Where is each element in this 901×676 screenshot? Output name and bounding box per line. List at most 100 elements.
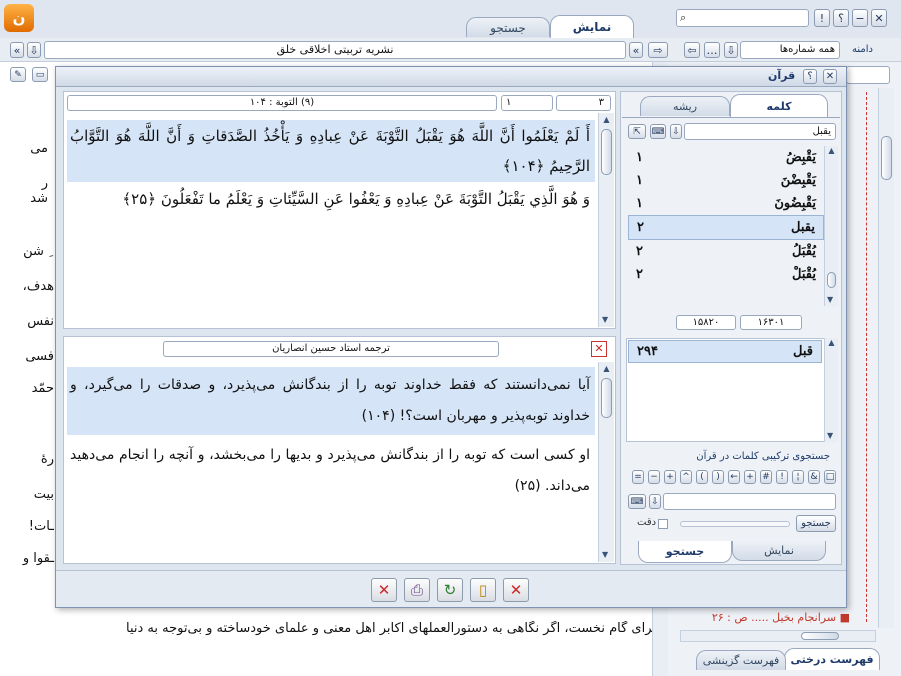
tab-bottom-search[interactable]: جستجو [638,541,732,563]
word-dropdown-icon[interactable]: ⇩ [670,124,682,139]
page-icon-button[interactable]: ▯ [470,578,496,602]
next-double-button[interactable]: « [629,42,643,58]
dialog-close-button[interactable]: ✕ [823,69,837,84]
domain-select[interactable]: همه شماره‌ها [740,41,840,59]
symbol-button[interactable]: − [648,470,660,484]
combo-search-input[interactable] [663,493,836,510]
symbol-button[interactable]: ) [696,470,708,484]
app-logo[interactable]: ن [4,4,34,32]
word-list-item[interactable]: يَقْبِضُونَ ۱ [628,192,824,215]
symbol-button[interactable]: ¦ [792,470,804,484]
field-b[interactable]: ۳ [556,95,611,111]
word-list-item-selected[interactable]: يقبل ۲ [628,215,824,240]
doc-line-10: ـقوا و [22,551,54,566]
prev-button[interactable]: « [10,42,24,58]
tab-show[interactable]: نمایش [550,15,634,38]
word-list-item[interactable]: يُقْبَلْ ۲ [628,263,824,286]
word-list-item[interactable]: يُقْبَلُ ۲ [628,240,824,263]
verse-scrollbar[interactable]: ▲ ▼ [598,113,614,327]
window-controls: ! ؟ − ✕ [814,9,887,27]
more-button[interactable]: … [704,42,720,58]
symbol-button[interactable]: & [808,470,820,484]
tab-bottom-show[interactable]: نمایش [732,541,826,561]
symbol-button[interactable]: = [632,470,644,484]
root-list-scrollbar[interactable]: ▲ ▼ [824,338,838,442]
minimize-button[interactable]: − [852,9,868,27]
back-button[interactable]: ⇦ [684,42,700,58]
dialog-help-button[interactable]: ؟ [803,69,817,84]
symbol-bar: □ & ¦ ! # + ← ( ) ^ + − = [628,470,836,486]
clear-icon-button[interactable]: ✕ [503,578,529,602]
zoom-icon[interactable]: ⇱ [628,124,646,139]
doc-line-2: ِ شن [23,244,48,259]
side-scrollbar[interactable] [878,88,894,628]
symbol-button[interactable]: □ [824,470,836,484]
combo-search-button[interactable]: جستجو [796,515,836,532]
accuracy-slider[interactable] [680,521,790,527]
global-search-input[interactable]: ⌕ [676,9,809,27]
symbol-button[interactable]: ! [776,470,788,484]
go-button[interactable]: ⇨ [648,42,668,58]
word-list: يَقْبِضُ ۱ يَقْبِضْنَ ۱ يَقْبِضُونَ ۱ يقبل ۲… [628,146,824,306]
symbol-button[interactable]: + [664,470,676,484]
doc-line-9: ـات! [28,519,54,534]
symbol-button[interactable]: ^ [680,470,692,484]
side-hscrollbar[interactable] [680,630,876,642]
view-icon[interactable]: ▭ [32,67,48,82]
doc-line-1: ر شد [30,176,48,206]
verse-1: أَ لَمْ يَعْلَمُوا أَنَّ اللَّهَ هُوَ يَ… [70,127,590,175]
side-search-input[interactable] [846,66,890,84]
download-button[interactable]: ⇩ [27,42,41,58]
translation-1: آیا نمی‌دانستند که فقط خداوند توبه را از… [70,377,590,424]
word-list-scrollbar[interactable]: ▲ ▼ [824,146,838,306]
book-icon: ■ [839,611,850,624]
count-field-b: ۱۵۸۲۰ [676,315,736,330]
translation-close-icon[interactable]: ✕ [591,341,607,357]
verse-2: وَ هُوَ الَّذِي يَقْبَلُ التَّوْبَةَ عَن… [122,190,590,208]
symbol-button[interactable]: ← [728,470,740,484]
help-button[interactable]: ؟ [833,9,849,27]
print-icon-button[interactable]: ⎙ [404,578,430,602]
field-a[interactable]: ۱ [501,95,553,111]
symbol-button[interactable]: + [744,470,756,484]
search-icon: ⌕ [680,11,687,24]
tab-tree-index[interactable]: فهرست درختی [784,648,880,670]
combo-keyboard-icon[interactable]: ⌨ [628,494,646,509]
symbol-button[interactable]: # [760,470,772,484]
root-list-item[interactable]: قبل ۲۹۴ [628,340,822,363]
verse-ref-field[interactable]: (۹) التوبة : ۱۰۴ [67,95,497,111]
doc-line-5: فسی [25,349,54,364]
tool-icon[interactable]: ✎ [10,67,26,82]
dialog-titlebar [56,67,846,87]
keyboard-icon[interactable]: ⌨ [650,124,666,139]
domain-dropdown-button[interactable]: ⇩ [724,42,738,58]
tab-search[interactable]: جستجو [466,17,550,37]
tab-root[interactable]: ریشه [640,96,730,116]
close-button[interactable]: ✕ [871,9,887,27]
combo-search-title: جستجوی ترکیبی کلمات در قرآن [696,451,830,462]
doc-line-4: نفس [27,314,54,329]
word-list-item[interactable]: يَقْبِضْنَ ۱ [628,169,824,192]
translation-scrollbar[interactable]: ▲ ▼ [598,362,614,562]
accuracy-checkbox[interactable] [658,519,668,529]
dialog-title: قرآن [768,69,796,82]
tab-word[interactable]: کلمه [730,94,828,117]
doc-line-6: حمّد [31,381,54,396]
doc-line-7: رهٔ [40,452,54,467]
domain-label: دامنه [852,44,873,55]
symbol-button[interactable]: ( [712,470,724,484]
tree-item-bakhil[interactable]: ■ سرانجام بخیل ..... ص : ۲۶ [680,611,850,624]
tab-select-index[interactable]: فهرست گزینشی [696,650,786,670]
refresh-icon-button[interactable]: ↻ [437,578,463,602]
doc-line-8: بیت [33,487,54,502]
doc-bottom-line: برای گام نخست، اگر نگاهی به دستورالعملها… [126,621,656,636]
combo-dropdown-icon[interactable]: ⇩ [649,494,661,509]
cancel-icon-button[interactable]: ✕ [371,578,397,602]
info-button[interactable]: ! [814,9,830,27]
word-list-item[interactable]: يَقْبِضُ ۱ [628,146,824,169]
accuracy-label: دقت [637,517,657,528]
doc-line-3: هدف، [22,279,54,294]
translator-field[interactable]: ترجمه استاد حسین انصاریان [163,341,499,357]
publication-field[interactable]: نشریه تربیتی اخلاقی خلق [44,41,626,59]
word-search-input[interactable]: يقبل [684,123,836,140]
